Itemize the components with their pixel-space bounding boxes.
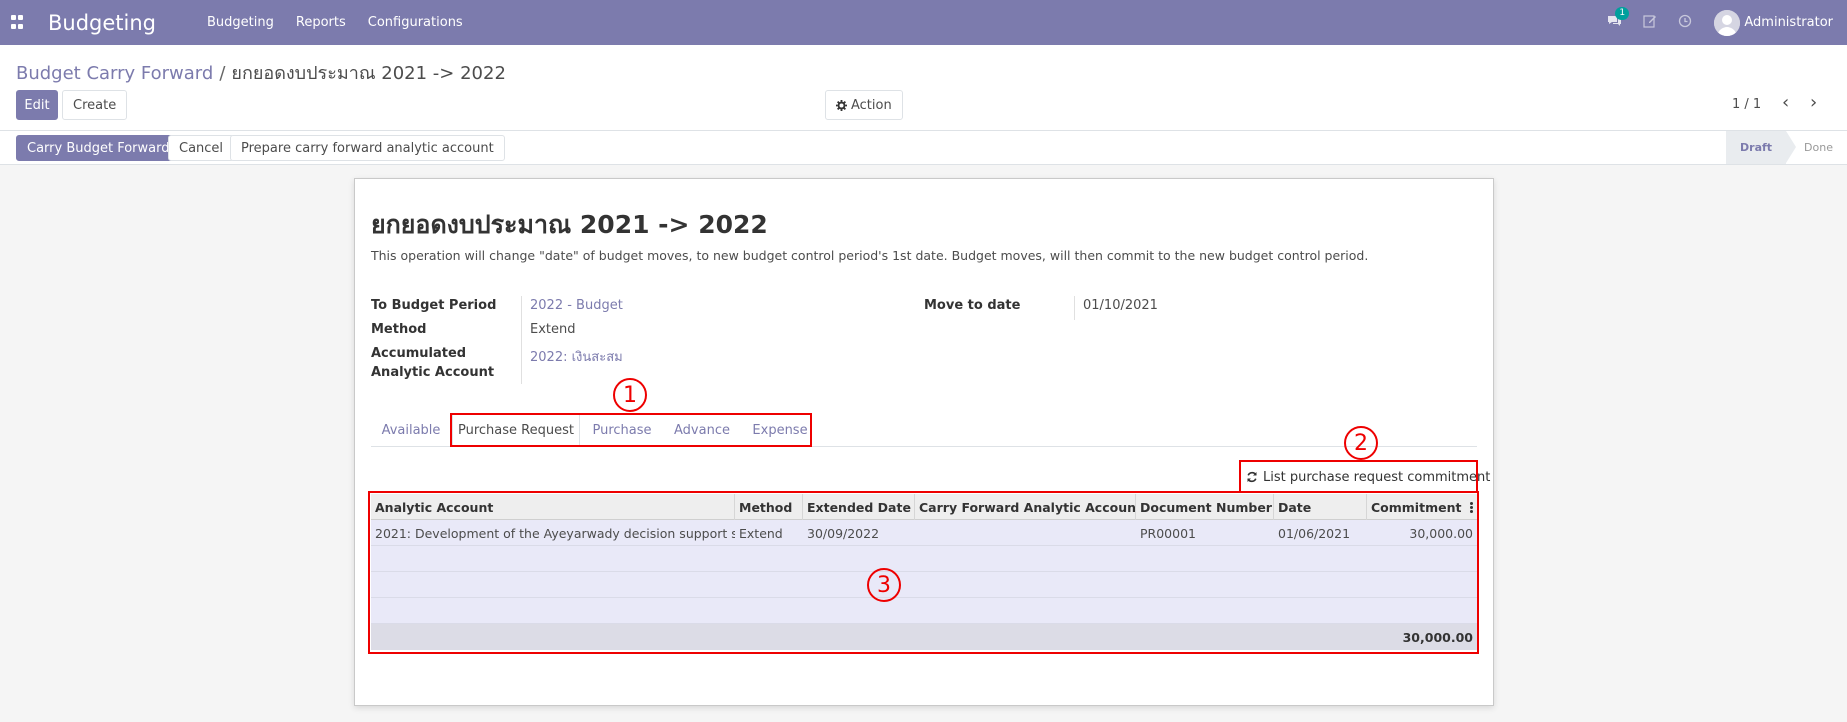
user-avatar[interactable]: [1714, 9, 1741, 36]
pager-next-icon[interactable]: ›: [1810, 94, 1817, 112]
user-name[interactable]: Administrator: [1744, 15, 1833, 30]
pager-value[interactable]: 1 / 1: [1732, 97, 1761, 112]
to-budget-period-value[interactable]: 2022 - Budget: [530, 298, 623, 313]
breadcrumb-separator: /: [219, 63, 226, 84]
move-to-date-label: Move to date: [924, 298, 1021, 313]
main-menu: Budgeting Reports Configurations: [196, 15, 474, 30]
field-divider: [1074, 296, 1075, 320]
systray: 1 Administrator: [1597, 7, 1833, 36]
messages-icon[interactable]: 1: [1597, 7, 1632, 31]
record-title: ยกยอดงบประมาณ 2021 -> 2022: [371, 210, 768, 239]
create-button[interactable]: Create: [62, 90, 128, 120]
edit-note-icon[interactable]: [1632, 14, 1667, 32]
accumulated-label-line2: Analytic Account: [371, 365, 495, 380]
annotation-box-list-button: [1239, 460, 1478, 493]
method-label: Method: [371, 322, 427, 337]
menu-budgeting[interactable]: Budgeting: [196, 15, 285, 30]
activity-clock-icon[interactable]: [1667, 14, 1702, 32]
breadcrumb-current: ยกยอดงบประมาณ 2021 -> 2022: [231, 63, 506, 84]
apps-menu-icon[interactable]: [11, 14, 27, 31]
field-divider: [521, 296, 522, 384]
messages-badge: 1: [1615, 7, 1630, 20]
cancel-button[interactable]: Cancel: [168, 135, 235, 161]
prepare-carry-forward-button[interactable]: Prepare carry forward analytic account: [230, 135, 505, 161]
action-dropdown-button[interactable]: Action: [825, 90, 903, 120]
annotation-box-table: [368, 491, 1479, 654]
record-description: This operation will change "date" of bud…: [371, 248, 1369, 263]
move-to-date-value: 01/10/2021: [1083, 298, 1158, 313]
form-statusbar: Carry Budget Forward Cancel Prepare carr…: [0, 130, 1847, 165]
annotation-box-tabs: [450, 413, 812, 447]
method-value: Extend: [530, 322, 576, 337]
carry-budget-forward-button[interactable]: Carry Budget Forward: [16, 135, 181, 161]
status-steps: Draft Done: [1726, 131, 1847, 164]
annotation-marker-3: 3: [867, 568, 901, 602]
tab-available[interactable]: Available: [371, 413, 451, 447]
breadcrumb-parent[interactable]: Budget Carry Forward: [16, 63, 213, 84]
state-draft: Draft: [1726, 131, 1797, 164]
breadcrumb: Budget Carry Forward / ยกยอดงบประมาณ 2021 …: [16, 58, 506, 87]
annotation-marker-1: 1: [613, 378, 647, 412]
menu-configurations[interactable]: Configurations: [357, 15, 474, 30]
edit-button[interactable]: Edit: [16, 90, 58, 120]
app-title[interactable]: Budgeting: [48, 11, 156, 35]
top-navbar: Budgeting Budgeting Reports Configuratio…: [0, 0, 1847, 45]
menu-reports[interactable]: Reports: [285, 15, 357, 30]
to-budget-period-label: To Budget Period: [371, 298, 497, 313]
action-label: Action: [851, 97, 892, 113]
annotation-marker-2: 2: [1344, 426, 1378, 460]
pager-previous-icon[interactable]: ‹: [1782, 94, 1789, 112]
gear-icon: [836, 99, 847, 111]
accumulated-label: Accumulated: [371, 346, 467, 361]
accumulated-analytic-account-value[interactable]: 2022: เงินสะสม: [530, 346, 623, 367]
